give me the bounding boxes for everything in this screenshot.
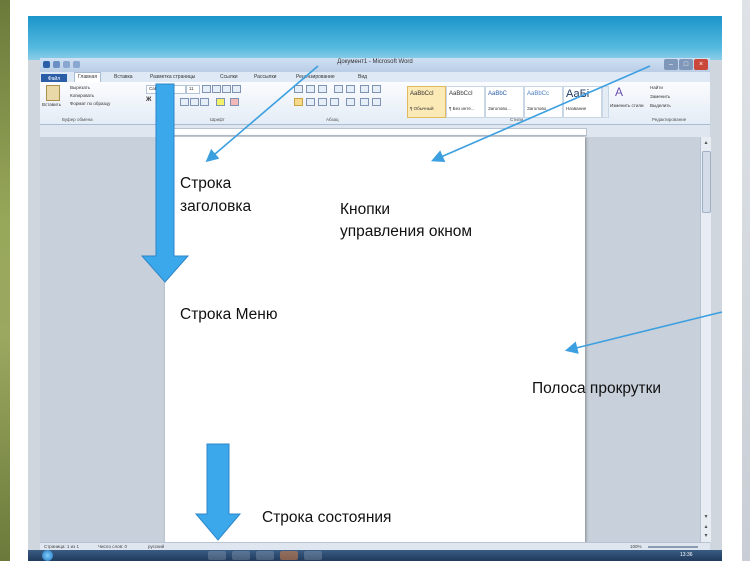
pointer-line-window-buttons <box>431 65 651 163</box>
annotation-overlay <box>140 65 723 541</box>
label-scrollbar: Полоса прокрутки <box>532 380 662 397</box>
label-menu-bar: Строка Меню <box>180 306 278 323</box>
pointer-line-scrollbar <box>564 311 723 354</box>
label-window-buttons-1: Кнопки <box>340 201 391 218</box>
pointer-line-title-bar <box>205 65 319 163</box>
label-title-bar-1: Строка <box>180 175 232 192</box>
arrow-status-bar <box>194 443 242 541</box>
label-window-buttons-2: управления окном <box>340 223 473 240</box>
label-title-bar-2: заголовка <box>180 198 252 215</box>
label-status-bar: Строка состояния <box>262 509 392 526</box>
